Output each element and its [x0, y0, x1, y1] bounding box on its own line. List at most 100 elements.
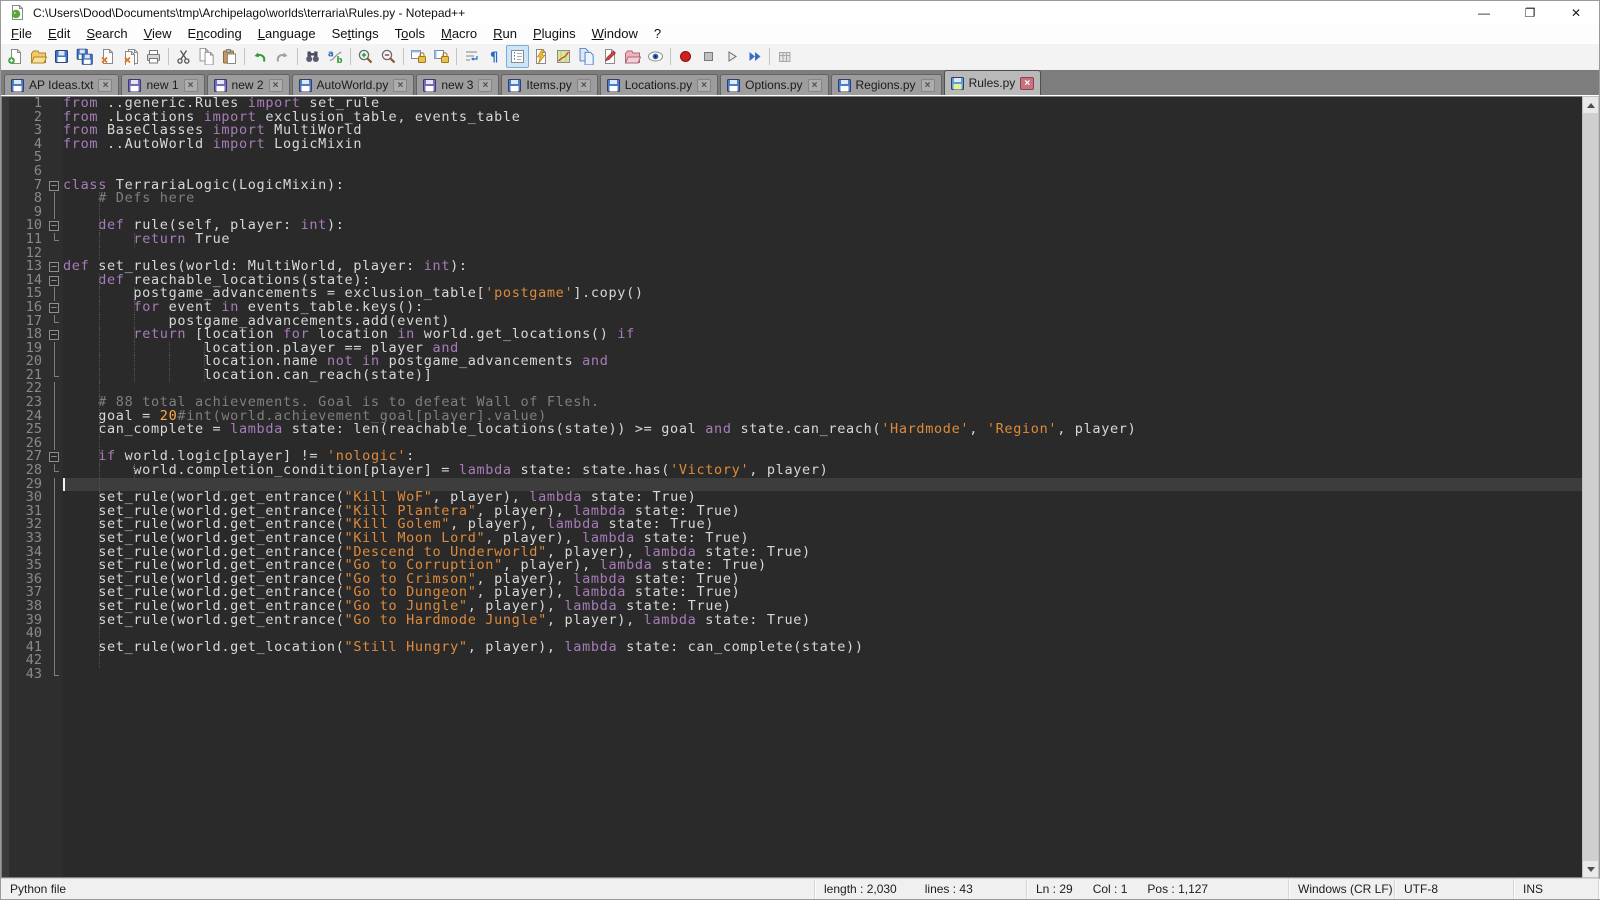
bookmark-cell[interactable]	[2, 491, 9, 505]
fold-collapse-icon[interactable]: –	[49, 262, 59, 272]
bookmark-cell[interactable]	[2, 437, 9, 451]
redo-button[interactable]	[271, 45, 294, 68]
macro-stop-button[interactable]	[697, 45, 720, 68]
fold-collapse-icon[interactable]: –	[49, 221, 59, 231]
tab-close-icon[interactable]: ×	[269, 79, 283, 92]
bookmark-cell[interactable]	[2, 219, 9, 233]
maximize-button[interactable]: ❐	[1507, 1, 1553, 24]
minimize-button[interactable]: —	[1461, 1, 1507, 24]
tab-close-icon[interactable]: ×	[577, 79, 591, 92]
fold-collapse-icon[interactable]: –	[49, 181, 59, 191]
bookmark-cell[interactable]	[2, 546, 9, 560]
fold-collapse-icon[interactable]: –	[49, 452, 59, 462]
scroll-down-arrow-icon[interactable]	[1583, 861, 1598, 877]
file-edge-button[interactable]	[598, 45, 621, 68]
tab-rules-py[interactable]: Rules.py×	[944, 70, 1042, 95]
tab-close-icon[interactable]: ×	[697, 79, 711, 92]
cut-button[interactable]	[172, 45, 195, 68]
tab-close-icon[interactable]: ×	[478, 79, 492, 92]
bookmark-cell[interactable]	[2, 369, 9, 383]
tab-ap-ideas-txt[interactable]: AP Ideas.txt×	[4, 74, 119, 95]
menu-item-run[interactable]: Run	[485, 25, 525, 44]
menu-item-item[interactable]: ?	[646, 25, 669, 44]
tab-locations-py[interactable]: Locations.py×	[600, 74, 718, 95]
bookmark-cell[interactable]	[2, 478, 9, 492]
fold-collapse-icon[interactable]: –	[49, 330, 59, 340]
tab-options-py[interactable]: Options.py×	[720, 74, 828, 95]
menu-item-plugins[interactable]: Plugins	[525, 25, 584, 44]
bookmark-cell[interactable]	[2, 233, 9, 247]
monitoring-button[interactable]	[644, 45, 667, 68]
bookmark-cell[interactable]	[2, 627, 9, 641]
bookmark-cell[interactable]	[2, 165, 9, 179]
document-map-button[interactable]	[552, 45, 575, 68]
bookmark-cell[interactable]	[2, 396, 9, 410]
bookmark-cell[interactable]	[2, 600, 9, 614]
tab-new-1[interactable]: new 1×	[121, 74, 204, 95]
scrollbar-thumb[interactable]	[1583, 113, 1598, 861]
indent-guide-button[interactable]	[506, 45, 529, 68]
save-all-button[interactable]	[73, 45, 96, 68]
bookmark-cell[interactable]	[2, 274, 9, 288]
bookmark-cell[interactable]	[2, 464, 9, 478]
bookmark-cell[interactable]	[2, 518, 9, 532]
bookmark-cell[interactable]	[2, 315, 9, 329]
macro-save-button[interactable]	[773, 45, 796, 68]
close-button[interactable]	[96, 45, 119, 68]
bookmark-cell[interactable]	[2, 192, 9, 206]
bookmark-cell[interactable]	[2, 505, 9, 519]
zoom-in-button[interactable]	[354, 45, 377, 68]
folder-as-workspace-button[interactable]	[621, 45, 644, 68]
bookmark-cell[interactable]	[2, 179, 9, 193]
bookmark-cell[interactable]	[2, 355, 9, 369]
bookmark-cell[interactable]	[2, 423, 9, 437]
menu-item-edit[interactable]: Edit	[40, 25, 78, 44]
bookmark-cell[interactable]	[2, 532, 9, 546]
menu-item-macro[interactable]: Macro	[433, 25, 485, 44]
bookmark-cell[interactable]	[2, 614, 9, 628]
save-button[interactable]	[50, 45, 73, 68]
sync-vertical-scroll-button[interactable]	[407, 45, 430, 68]
zoom-out-button[interactable]	[377, 45, 400, 68]
bookmark-cell[interactable]	[2, 559, 9, 573]
macro-run-multiple-button[interactable]	[743, 45, 766, 68]
sync-horizontal-scroll-button[interactable]	[430, 45, 453, 68]
fold-collapse-icon[interactable]: –	[49, 276, 59, 286]
bookmark-cell[interactable]	[2, 654, 9, 668]
fold-collapse-icon[interactable]: –	[49, 303, 59, 313]
tab-items-py[interactable]: Items.py×	[501, 74, 597, 95]
menu-item-encoding[interactable]: Encoding	[180, 25, 250, 44]
bookmark-cell[interactable]	[2, 573, 9, 587]
vertical-scrollbar[interactable]	[1582, 96, 1599, 878]
paste-button[interactable]	[218, 45, 241, 68]
menu-item-search[interactable]: Search	[78, 25, 135, 44]
copy-button[interactable]	[195, 45, 218, 68]
close-button[interactable]: ✕	[1553, 1, 1599, 24]
bookmark-cell[interactable]	[2, 97, 9, 111]
document-list-button[interactable]	[575, 45, 598, 68]
find-button[interactable]	[301, 45, 324, 68]
tab-close-icon[interactable]: ×	[98, 79, 112, 92]
menu-item-window[interactable]: Window	[584, 25, 646, 44]
bookmark-cell[interactable]	[2, 206, 9, 220]
tab-close-icon[interactable]: ×	[393, 79, 407, 92]
menu-item-view[interactable]: View	[136, 25, 180, 44]
tab-close-icon[interactable]: ×	[808, 79, 822, 92]
status-encoding[interactable]: UTF-8	[1395, 879, 1514, 899]
bookmark-cell[interactable]	[2, 287, 9, 301]
menu-item-language[interactable]: Language	[250, 25, 324, 44]
bookmark-cell[interactable]	[2, 641, 9, 655]
bookmark-cell[interactable]	[2, 301, 9, 315]
bookmark-cell[interactable]	[2, 151, 9, 165]
tab-close-icon[interactable]: ×	[921, 79, 935, 92]
function-list-button[interactable]	[529, 45, 552, 68]
tab-new-2[interactable]: new 2×	[207, 74, 290, 95]
bookmark-cell[interactable]	[2, 260, 9, 274]
open-file-button[interactable]	[27, 45, 50, 68]
status-eol-format[interactable]: Windows (CR LF)	[1289, 879, 1395, 899]
macro-play-button[interactable]	[720, 45, 743, 68]
menu-item-tools[interactable]: Tools	[387, 25, 433, 44]
undo-button[interactable]	[248, 45, 271, 68]
bookmark-cell[interactable]	[2, 450, 9, 464]
new-file-button[interactable]	[4, 45, 27, 68]
